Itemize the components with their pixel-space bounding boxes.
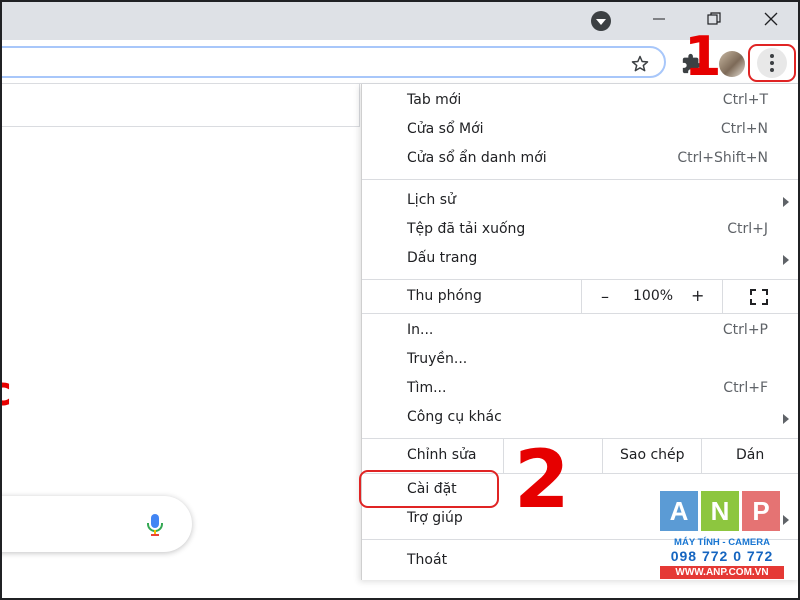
copy-button[interactable]: Sao chép (620, 447, 685, 463)
kebab-menu-icon (757, 48, 787, 78)
anp-phone: 098 772 0 772 (670, 548, 774, 564)
zoom-level: 100% (633, 288, 674, 304)
menu-separator (362, 313, 800, 314)
menu-item-find[interactable]: Tìm... Ctrl+F (362, 376, 800, 405)
annotation-partial-letter: c (0, 372, 12, 412)
tab-search-icon[interactable] (591, 11, 611, 31)
profile-avatar[interactable] (719, 51, 745, 77)
minimize-icon (653, 18, 665, 20)
menu-row-zoom: Thu phóng – 100% + (362, 280, 800, 314)
minimize-button[interactable] (636, 0, 682, 38)
page-divider (0, 126, 360, 127)
menu-item-bookmarks[interactable]: Dấu trang (362, 246, 800, 275)
close-window-button[interactable] (748, 0, 794, 38)
anp-logo-letter: A (660, 491, 698, 531)
title-bar (0, 0, 800, 40)
menu-row-edit: Chỉnh sửa C Sao chép Dán (362, 439, 800, 473)
anp-logo-letter: N (701, 491, 739, 531)
restore-icon (707, 12, 721, 25)
annotation-step-2: 2 (514, 433, 570, 526)
menu-item-new-window[interactable]: Cửa sổ Mới Ctrl+N (362, 117, 800, 146)
menu-item-cast[interactable]: Truyền... (362, 347, 800, 376)
menu-item-history[interactable]: Lịch sử (362, 188, 800, 217)
anp-logo-letter: P (742, 491, 780, 531)
annotation-settings-highlight (359, 470, 499, 508)
fullscreen-icon[interactable] (750, 289, 768, 305)
menu-item-new-tab[interactable]: Tab mới Ctrl+T (362, 88, 800, 117)
anp-logo: A N P (660, 491, 784, 531)
submenu-arrow-icon (783, 197, 789, 207)
anp-subtitle: MÁY TÍNH - CAMERA (674, 537, 770, 548)
submenu-arrow-icon (783, 414, 789, 424)
bookmark-star-icon[interactable] (630, 54, 650, 74)
submenu-arrow-icon (783, 255, 789, 265)
anp-watermark: A N P MÁY TÍNH - CAMERA 098 772 0 772 WW… (660, 491, 784, 579)
address-bar[interactable] (0, 46, 666, 78)
zoom-out-button[interactable]: – (601, 287, 609, 306)
paste-button[interactable]: Dán (736, 447, 764, 463)
menu-separator (362, 179, 800, 180)
menu-item-print[interactable]: In... Ctrl+P (362, 318, 800, 347)
annotation-step-1: 1 (684, 25, 722, 88)
zoom-in-button[interactable]: + (691, 286, 704, 305)
browser-toolbar (0, 40, 800, 84)
close-icon (764, 12, 778, 26)
chrome-menu-button[interactable] (748, 44, 796, 82)
anp-website: WWW.ANP.COM.VN (660, 566, 784, 579)
menu-item-more-tools[interactable]: Công cụ khác (362, 405, 800, 434)
page-divider-vertical (359, 84, 360, 127)
menu-item-new-incognito-window[interactable]: Cửa sổ ẩn danh mới Ctrl+Shift+N (362, 146, 800, 175)
microphone-icon[interactable] (146, 513, 164, 537)
menu-item-downloads[interactable]: Tệp đã tải xuống Ctrl+J (362, 217, 800, 246)
